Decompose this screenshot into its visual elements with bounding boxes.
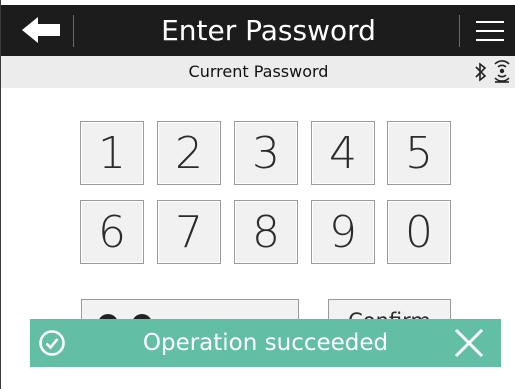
key-2[interactable]: 2 — [157, 121, 221, 185]
bluetooth-icon — [475, 62, 487, 82]
check-circle-icon — [39, 330, 65, 356]
hamburger-line — [476, 30, 504, 32]
key-1[interactable]: 1 — [80, 121, 144, 185]
wireless-signal-icon — [494, 60, 510, 83]
top-bar: Enter Password — [1, 5, 515, 56]
toast-message: Operation succeeded — [142, 330, 389, 356]
page-title: Enter Password — [161, 14, 376, 47]
success-toast: Operation succeeded — [30, 319, 501, 367]
key-0[interactable]: 0 — [387, 200, 451, 264]
close-icon[interactable] — [453, 327, 485, 359]
menu-button[interactable] — [474, 17, 506, 45]
key-8[interactable]: 8 — [234, 200, 298, 264]
back-button[interactable] — [19, 13, 63, 47]
key-5[interactable]: 5 — [387, 121, 451, 185]
sub-header-title: Current Password — [188, 62, 329, 81]
back-arrow-icon — [22, 17, 60, 43]
key-3[interactable]: 3 — [234, 121, 298, 185]
header-divider — [73, 15, 74, 47]
hamburger-menu-icon — [476, 21, 504, 23]
sub-header: Current Password — [1, 56, 515, 88]
key-9[interactable]: 9 — [311, 200, 375, 264]
key-6[interactable]: 6 — [80, 200, 144, 264]
key-4[interactable]: 4 — [311, 121, 375, 185]
hamburger-line — [476, 39, 504, 41]
key-7[interactable]: 7 — [157, 200, 221, 264]
app-screen: Enter Password Current Password 1 2 3 4 … — [0, 0, 515, 389]
header-divider — [459, 15, 460, 47]
